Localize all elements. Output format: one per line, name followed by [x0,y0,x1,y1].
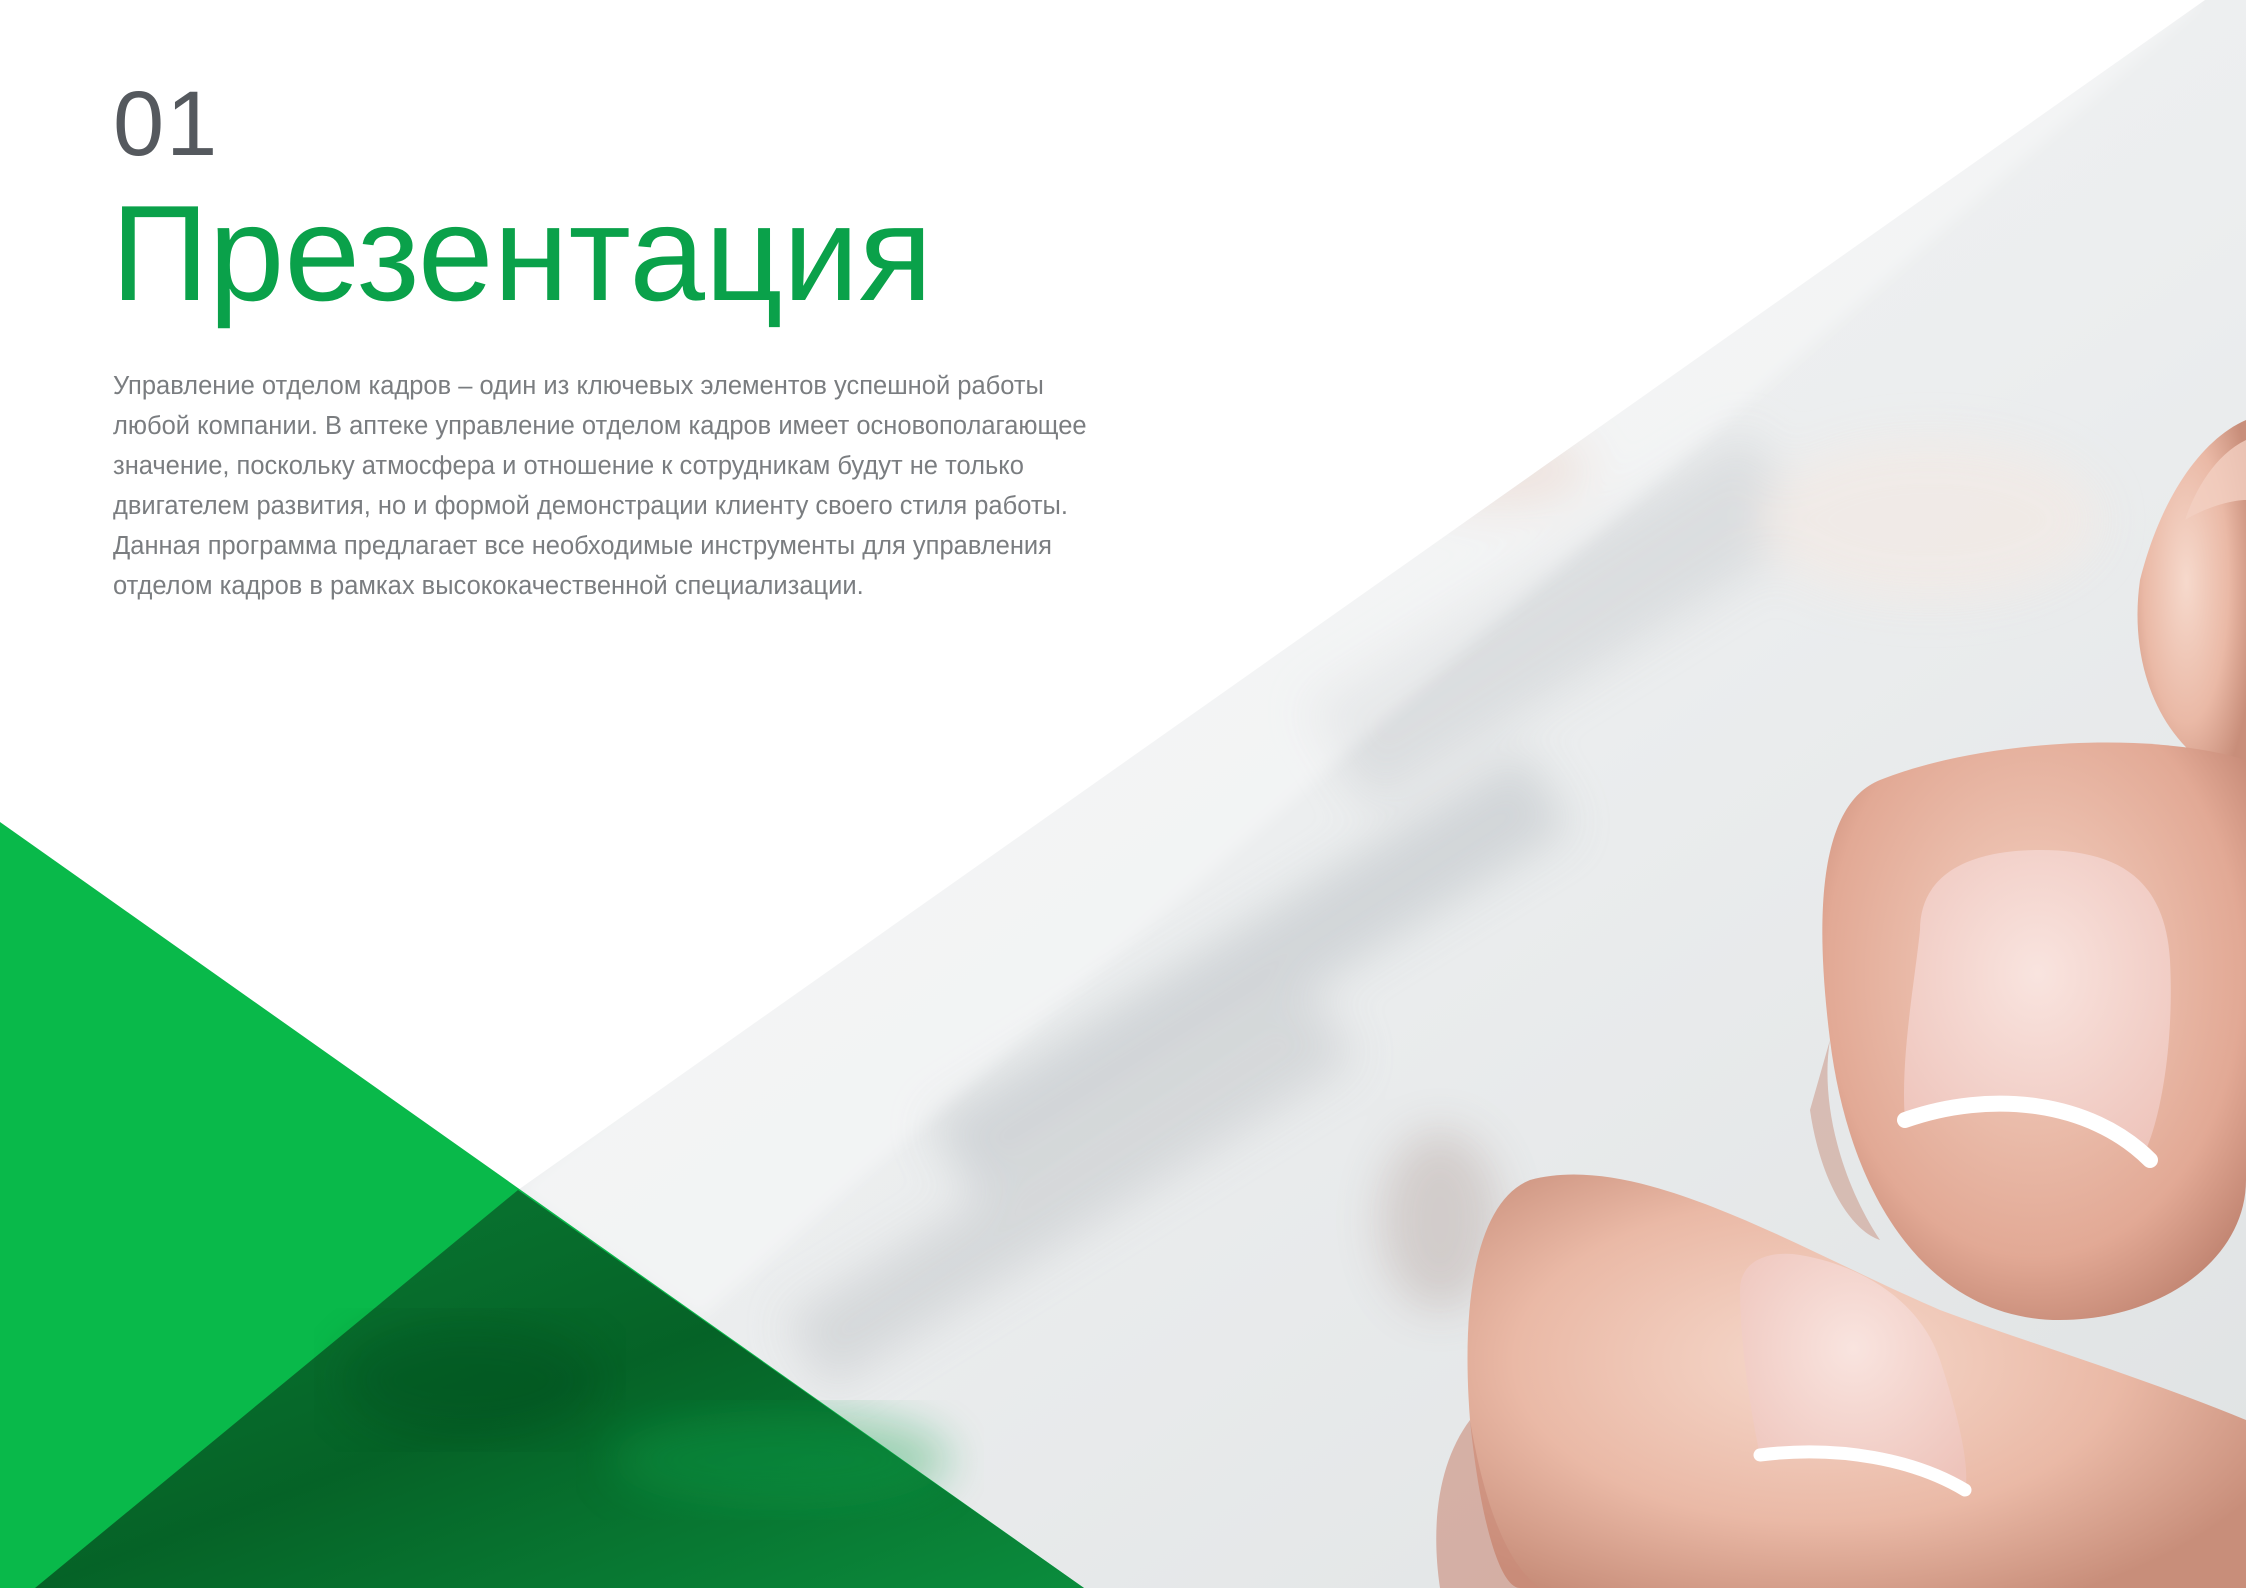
intro-line: Данная программа предлагает все необходи… [113,532,1052,560]
section-number: 01 [113,73,220,175]
page-title: Презентация [111,177,933,329]
intro-line: значение, поскольку атмосфера и отношени… [113,452,1024,480]
intro-line: Управление отделом кадров – один из ключ… [113,372,1044,400]
presentation-page: 01 Презентация Управление отделом кадров… [0,0,2246,1588]
intro-paragraph: Управление отделом кадров – один из ключ… [113,366,1123,606]
intro-line: двигателем развития, но и формой демонст… [113,492,1068,520]
intro-line: любой компании. В аптеке управление отде… [113,412,1087,440]
intro-line: отделом кадров в рамках высококачественн… [113,572,864,600]
